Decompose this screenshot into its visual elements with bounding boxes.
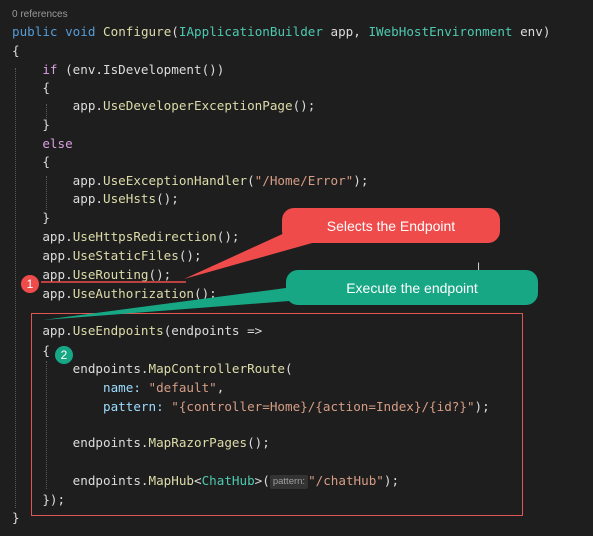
- step-badge-1: 1: [21, 275, 39, 293]
- callout-selects-endpoint: Selects the Endpoint: [282, 208, 500, 243]
- callout2-pointer: [43, 286, 315, 320]
- text-cursor-icon: I: [477, 261, 481, 273]
- callout-execute-endpoint: Execute the endpoint: [286, 270, 538, 305]
- annotation-pointers: [41, 226, 330, 320]
- step-badge-2: 2: [55, 346, 73, 364]
